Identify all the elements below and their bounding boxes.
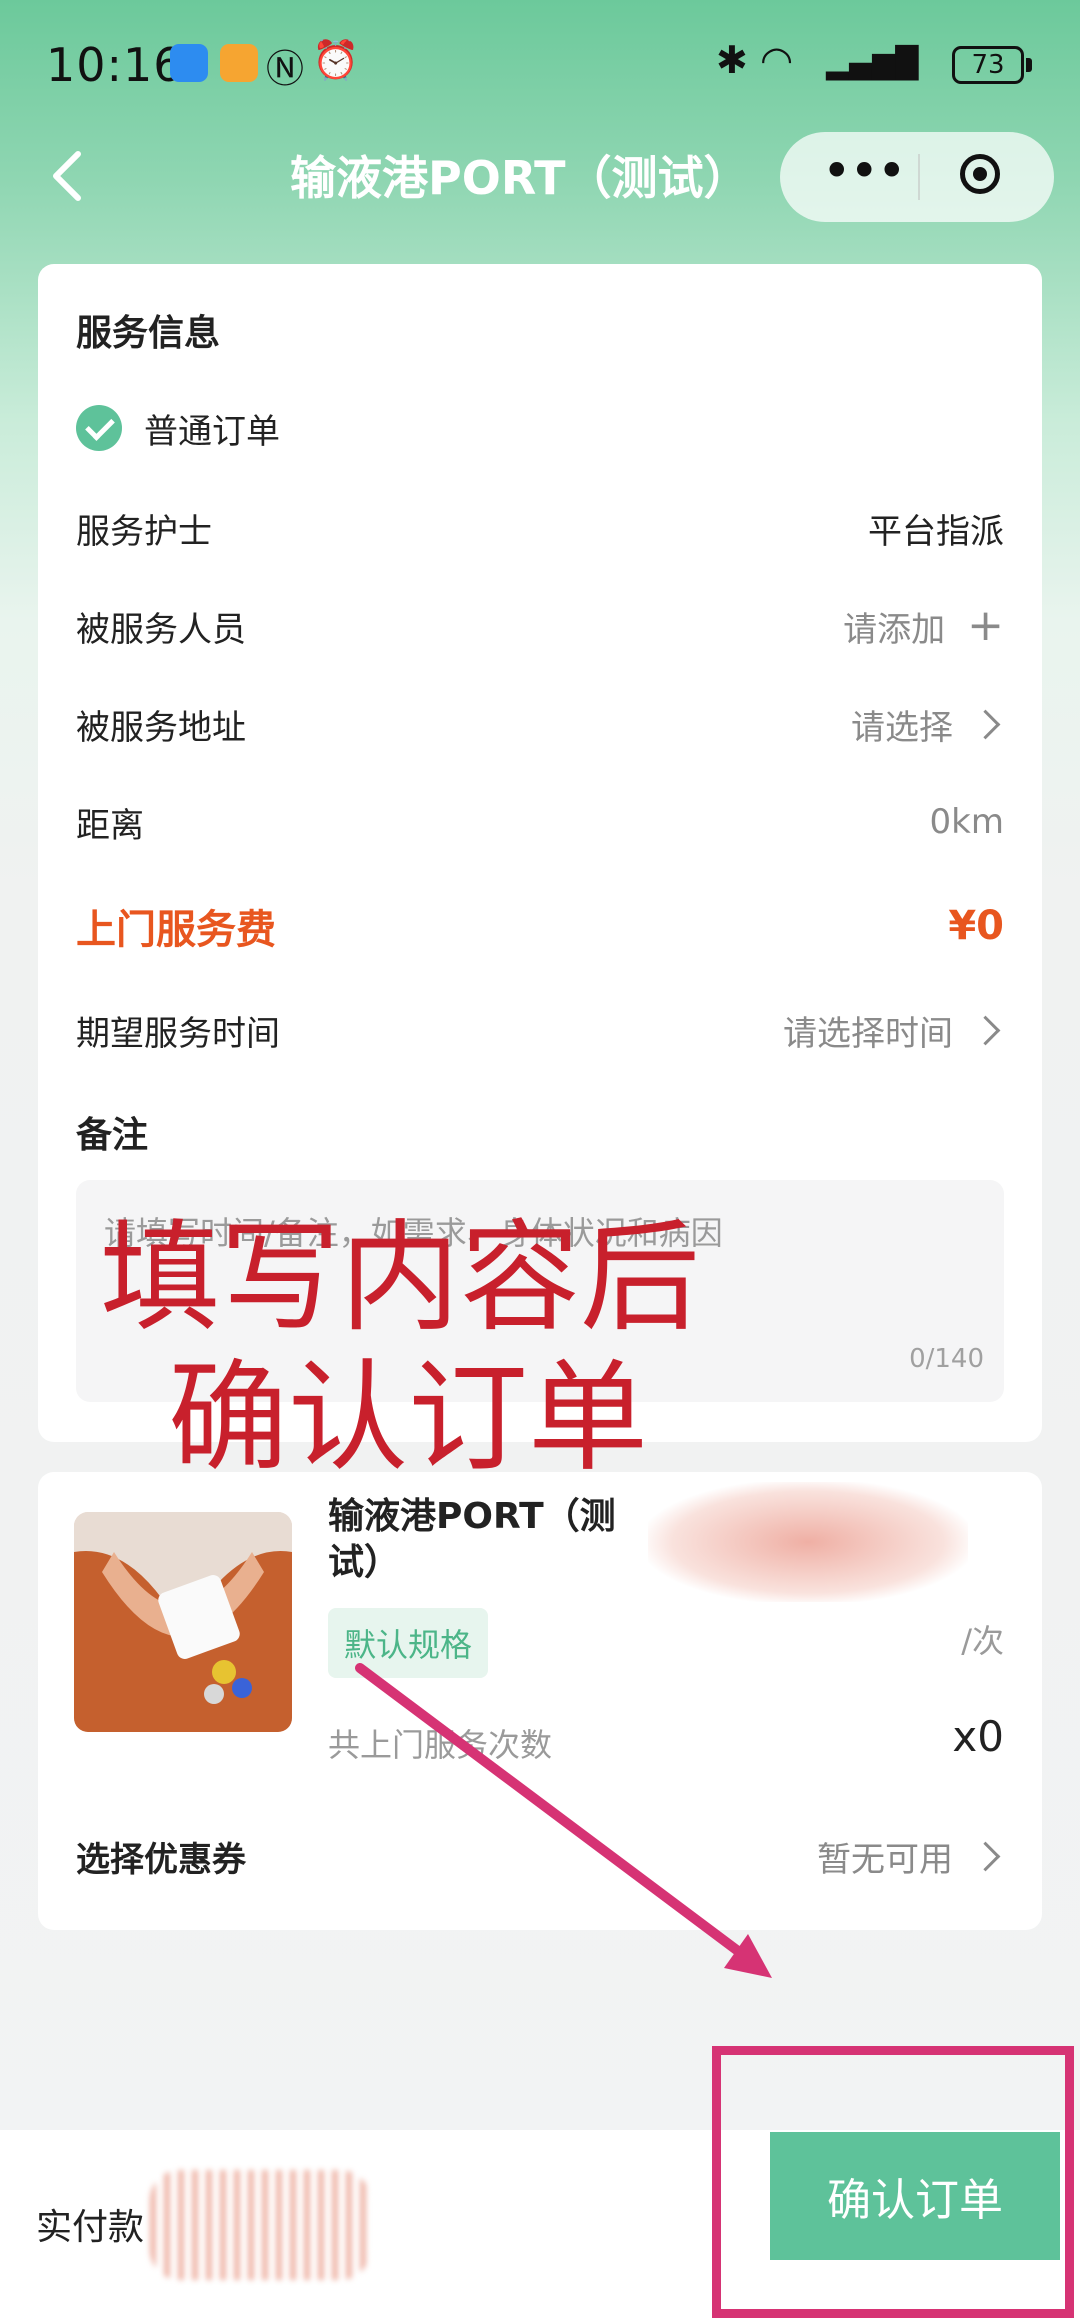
patient-label: 被服务人员 xyxy=(76,609,246,650)
price-unit: /次 xyxy=(961,1622,1004,1660)
signal-icon: ▂▄▆█ xyxy=(826,46,919,81)
nurse-label: 服务护士 xyxy=(76,511,212,552)
shopping-app-icon xyxy=(220,44,258,82)
alarm-icon: ⏰ xyxy=(312,38,360,82)
battery-indicator: 73 xyxy=(952,46,1032,84)
order-type-label: 普通订单 xyxy=(144,411,280,452)
coupon-label: 选择优惠券 xyxy=(76,1839,246,1880)
coupon-value-text: 暂无可用 xyxy=(817,1839,953,1880)
spec-tag: 默认规格 xyxy=(328,1608,489,1678)
redacted-price xyxy=(648,1482,968,1602)
row-fee: 上门服务费 ¥0 xyxy=(76,896,1004,956)
message-app-icon xyxy=(170,44,208,82)
more-icon[interactable]: ••• xyxy=(822,142,906,200)
status-time: 10:16 xyxy=(46,38,184,92)
row-distance: 距离 0km xyxy=(76,792,1004,852)
visits-value: x0 xyxy=(952,1712,1004,1761)
bluetooth-icon: ✱ xyxy=(716,38,748,82)
product-title: 输液港PORT（测试） xyxy=(328,1496,616,1583)
back-arrow-icon[interactable] xyxy=(40,146,100,206)
service-time-label: 期望服务时间 xyxy=(76,1013,280,1054)
patient-value-text: 请添加 xyxy=(843,609,946,650)
address-value[interactable]: 请选择 xyxy=(851,700,1004,749)
coupon-value[interactable]: 暂无可用 xyxy=(817,1832,1004,1881)
fee-label: 上门服务费 xyxy=(76,907,276,953)
section-title-remark: 备注 xyxy=(76,1115,149,1156)
check-circle-icon xyxy=(76,405,122,451)
pay-label: 实付款 xyxy=(36,2207,145,2248)
section-title-service: 服务信息 xyxy=(76,313,221,354)
fee-value: ¥0 xyxy=(948,903,1004,949)
row-service-time[interactable]: 期望服务时间 请选择时间 xyxy=(76,1000,1004,1060)
patient-value[interactable]: 请添加 + xyxy=(843,602,1004,651)
capsule-divider xyxy=(918,154,920,200)
order-type-option[interactable]: 普通订单 xyxy=(76,398,1004,458)
service-time-value-text: 请选择时间 xyxy=(783,1013,953,1054)
chevron-right-icon xyxy=(970,1015,1001,1045)
plus-icon: + xyxy=(967,600,1004,651)
distance-value: 0km xyxy=(929,802,1004,842)
address-label: 被服务地址 xyxy=(76,707,246,748)
row-nurse: 服务护士 平台指派 xyxy=(76,498,1004,558)
address-value-text: 请选择 xyxy=(851,707,953,748)
distance-label: 距离 xyxy=(76,805,144,846)
status-bar: 10:16 Ⓝ ⏰ ✱ ◠ ▂▄▆█ ▂▄▆█ 73 xyxy=(0,0,1080,120)
chevron-right-icon xyxy=(970,1841,1001,1871)
mini-program-capsule: ••• xyxy=(780,132,1054,222)
annotation-line-2: 确认订单 xyxy=(168,1349,648,1488)
product-card: 输液港PORT（测试） 默认规格 /次 共上门服务次数 x0 选择优惠券 暂无可… xyxy=(38,1472,1042,1930)
service-time-value[interactable]: 请选择时间 xyxy=(783,1006,1004,1055)
product-image xyxy=(74,1512,292,1732)
wifi-icon: ◠ xyxy=(760,38,794,82)
row-coupon[interactable]: 选择优惠券 暂无可用 xyxy=(76,1826,1004,1886)
row-address[interactable]: 被服务地址 请选择 xyxy=(76,694,1004,754)
remark-char-count: 0/140 xyxy=(909,1344,984,1374)
highlight-box xyxy=(712,2046,1074,2318)
redacted-total xyxy=(150,2170,370,2280)
close-target-icon[interactable] xyxy=(960,154,1000,194)
nfc-icon: Ⓝ xyxy=(266,47,305,91)
nurse-value: 平台指派 xyxy=(868,511,1004,552)
row-patient[interactable]: 被服务人员 请添加 + xyxy=(76,596,1004,656)
visits-label: 共上门服务次数 xyxy=(328,1726,553,1764)
page-title: 输液港PORT（测试） xyxy=(290,151,750,205)
chevron-right-icon xyxy=(970,709,1001,739)
